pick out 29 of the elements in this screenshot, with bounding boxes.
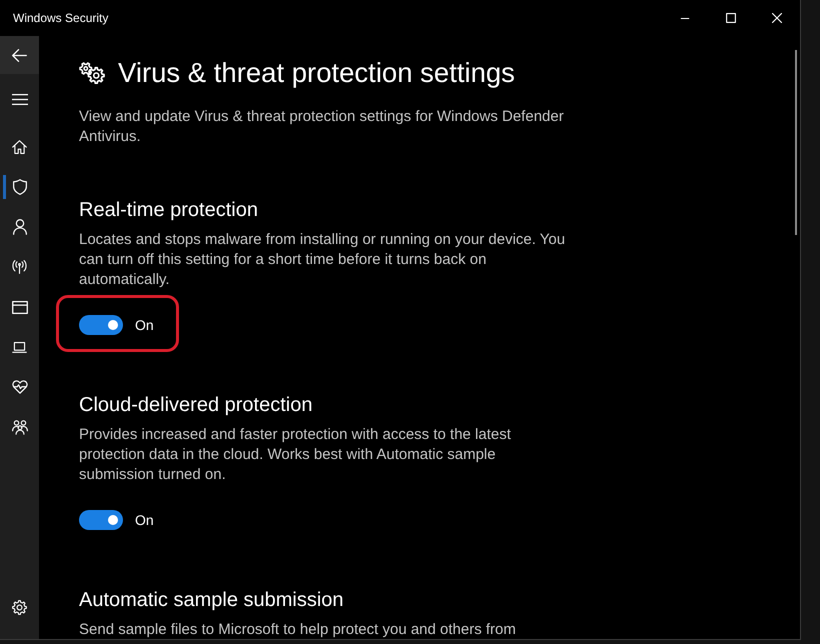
- laptop-icon: [12, 342, 27, 352]
- toggle-label: On: [135, 511, 154, 529]
- heart-pulse-icon: [12, 380, 28, 394]
- section-description: Provides increased and faster protection with access to the latest protection data in the cloud. Works best with Automatic sample submission turned on.: [79, 425, 512, 485]
- maximize-icon: [726, 13, 736, 23]
- back-arrow-icon: [12, 48, 27, 62]
- section-heading: Cloud-delivered protection: [79, 393, 312, 418]
- section-heading: Automatic sample submission: [79, 588, 344, 613]
- gear-icon: [12, 600, 27, 614]
- back-button[interactable]: [0, 36, 39, 74]
- scrollbar-thumb[interactable]: [795, 50, 797, 235]
- page-title: Virus & threat protection settings: [118, 57, 515, 89]
- page-description: View and update Virus & threat protection settings for Windows Defender Antivirus.: [79, 107, 565, 147]
- section-description: Send sample files to Microsoft to help protect you and others from: [79, 620, 517, 639]
- antenna-icon: [12, 260, 27, 274]
- toggle-switch[interactable]: [79, 315, 123, 335]
- toggle-label: On: [135, 316, 154, 334]
- shield-icon: [12, 179, 26, 195]
- gears-icon: [79, 62, 105, 84]
- toggle-switch[interactable]: [79, 510, 123, 530]
- section-heading: Real-time protection: [79, 198, 258, 223]
- section-description: Locates and stops malware from installing or running on your device. You can turn off this setting for a short time before it turns back on automatically.: [79, 230, 566, 290]
- home-icon: [12, 140, 27, 154]
- close-icon: [772, 13, 782, 23]
- family-icon: [12, 420, 28, 434]
- browser-window-icon: [12, 300, 28, 314]
- menu-icon: [12, 94, 28, 104]
- window-title: Windows Security: [13, 10, 108, 26]
- person-icon: [12, 219, 26, 235]
